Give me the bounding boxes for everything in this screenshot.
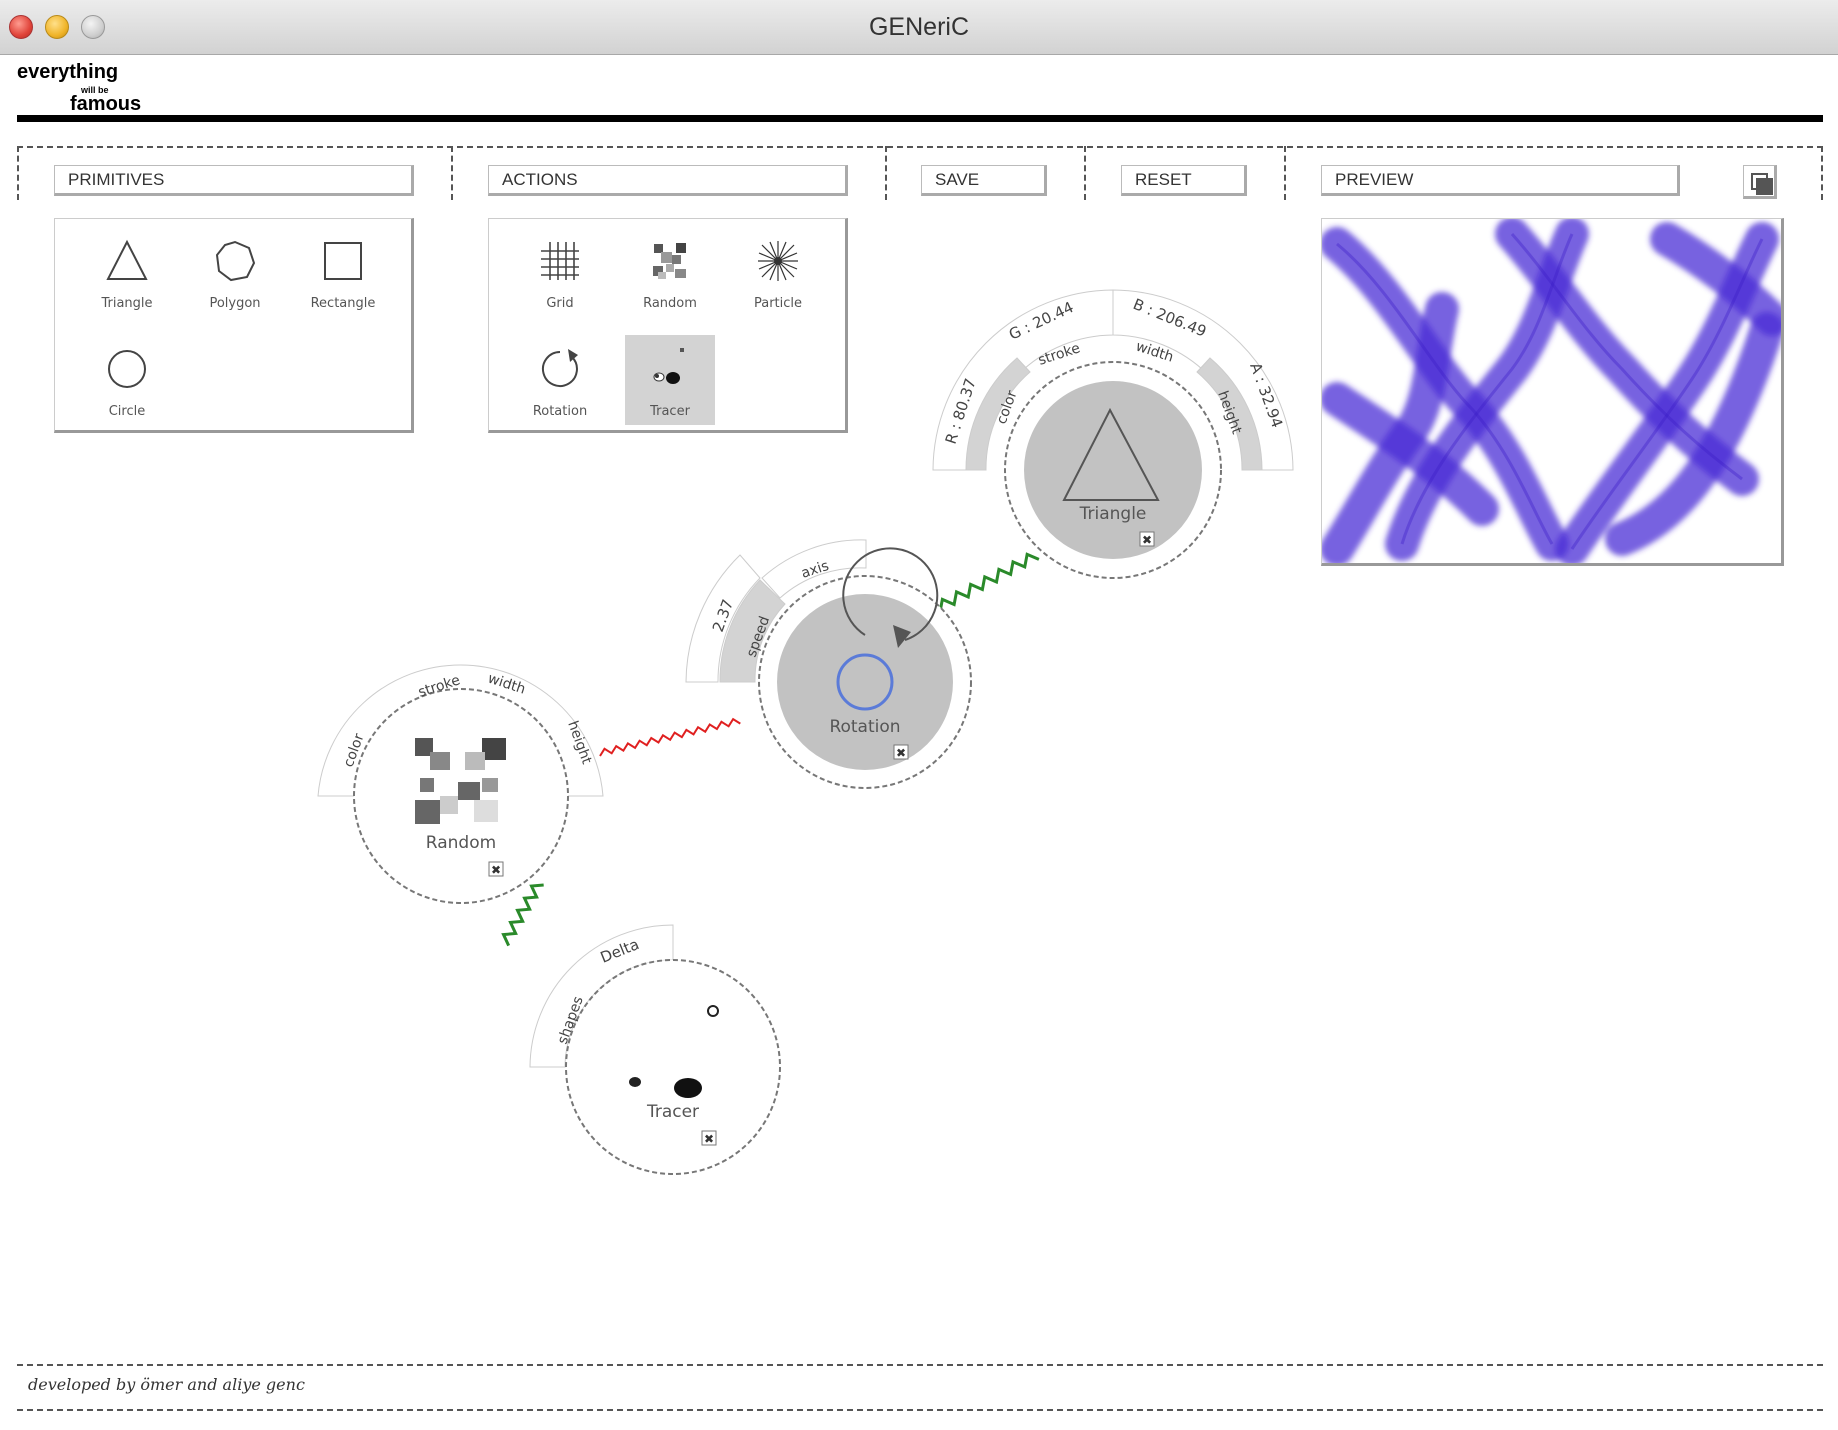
tool-label: Circle: [108, 404, 146, 419]
svg-text:✖: ✖: [896, 746, 906, 760]
random-node-label: Random: [426, 833, 496, 853]
actions-panel: Grid Random Particle Rotation Tracer: [488, 218, 848, 433]
svg-text:✖: ✖: [1142, 533, 1152, 547]
primitive-triangle[interactable]: Triangle: [82, 227, 172, 317]
triangle-node[interactable]: ✖: [932, 289, 1294, 579]
copy-icon[interactable]: [1743, 165, 1777, 199]
app-logo: everything will be famous: [17, 61, 157, 117]
link-random-rotation[interactable]: [599, 717, 741, 757]
circle-icon: [108, 350, 146, 388]
tool-label: Grid: [546, 296, 574, 311]
action-particle[interactable]: Particle: [733, 227, 823, 317]
rotation-node[interactable]: ✖: [685, 539, 972, 789]
polygon-icon: [215, 240, 256, 282]
triangle-node-label: Triangle: [1079, 504, 1147, 524]
rotation-node-label: Rotation: [829, 717, 900, 737]
window-title: GENeriC: [868, 13, 969, 41]
rectangle-icon: [324, 242, 362, 280]
primitive-circle[interactable]: Circle: [82, 335, 172, 425]
preview-header-button[interactable]: PREVIEW: [1321, 165, 1680, 196]
tool-label: Triangle: [101, 296, 153, 311]
rotation-icon: [541, 349, 578, 387]
random-node[interactable]: ✖: [317, 664, 604, 904]
tracer-node[interactable]: ✖: [529, 924, 781, 1175]
footer-divider: [17, 1409, 1823, 1411]
window-titlebar: GENeriC: [0, 0, 1838, 55]
save-button[interactable]: SAVE: [921, 165, 1047, 196]
actions-header-button[interactable]: ACTIONS: [488, 165, 848, 196]
node-graph: ✖ ✖ ✖ ✖ Triangle color stroke width heig…: [317, 289, 1294, 1175]
toolbar-divider: [451, 146, 453, 200]
triangle-icon: [106, 239, 148, 280]
svg-text:✖: ✖: [704, 1132, 714, 1146]
random-icon: [653, 243, 686, 279]
svg-text:✖: ✖: [491, 863, 501, 877]
reset-button[interactable]: RESET: [1121, 165, 1247, 196]
primitive-polygon[interactable]: Polygon: [190, 227, 280, 317]
primitive-rectangle[interactable]: Rectangle: [298, 227, 388, 317]
particle-icon: [758, 241, 798, 281]
footer-credit: developed by ömer and aliye genc: [28, 1375, 305, 1394]
action-grid[interactable]: Grid: [515, 227, 605, 317]
preview-canvas: [1321, 218, 1784, 566]
tracer-node-label: Tracer: [646, 1102, 699, 1122]
toolbar-divider: [1821, 146, 1823, 200]
logo-line1: everything: [17, 61, 119, 83]
tool-label: Tracer: [650, 404, 690, 419]
header-rule: [17, 115, 1823, 122]
action-random[interactable]: Random: [625, 227, 715, 317]
action-rotation[interactable]: Rotation: [515, 335, 605, 425]
tracer-icon: [653, 348, 684, 384]
footer-divider: [17, 1364, 1823, 1366]
tool-label: Random: [643, 296, 697, 311]
preview-pattern: [1322, 219, 1781, 563]
primitives-panel: Triangle Polygon Rectangle Circle: [54, 218, 414, 433]
toolbar-divider: [1084, 146, 1086, 200]
toolbar-divider: [1284, 146, 1286, 200]
toolbar-divider: [17, 146, 19, 200]
grid-icon: [541, 242, 579, 280]
primitives-header-button[interactable]: PRIMITIVES: [54, 165, 414, 196]
tool-label: Particle: [753, 296, 803, 311]
toolbar-divider: [885, 146, 887, 200]
tool-label: Polygon: [209, 296, 261, 311]
tool-label: Rectangle: [310, 296, 376, 311]
tool-label: Rotation: [532, 404, 588, 419]
action-tracer[interactable]: Tracer: [625, 335, 715, 425]
logo-line3: famous: [70, 93, 142, 115]
link-rotation-triangle[interactable]: [935, 551, 1040, 613]
